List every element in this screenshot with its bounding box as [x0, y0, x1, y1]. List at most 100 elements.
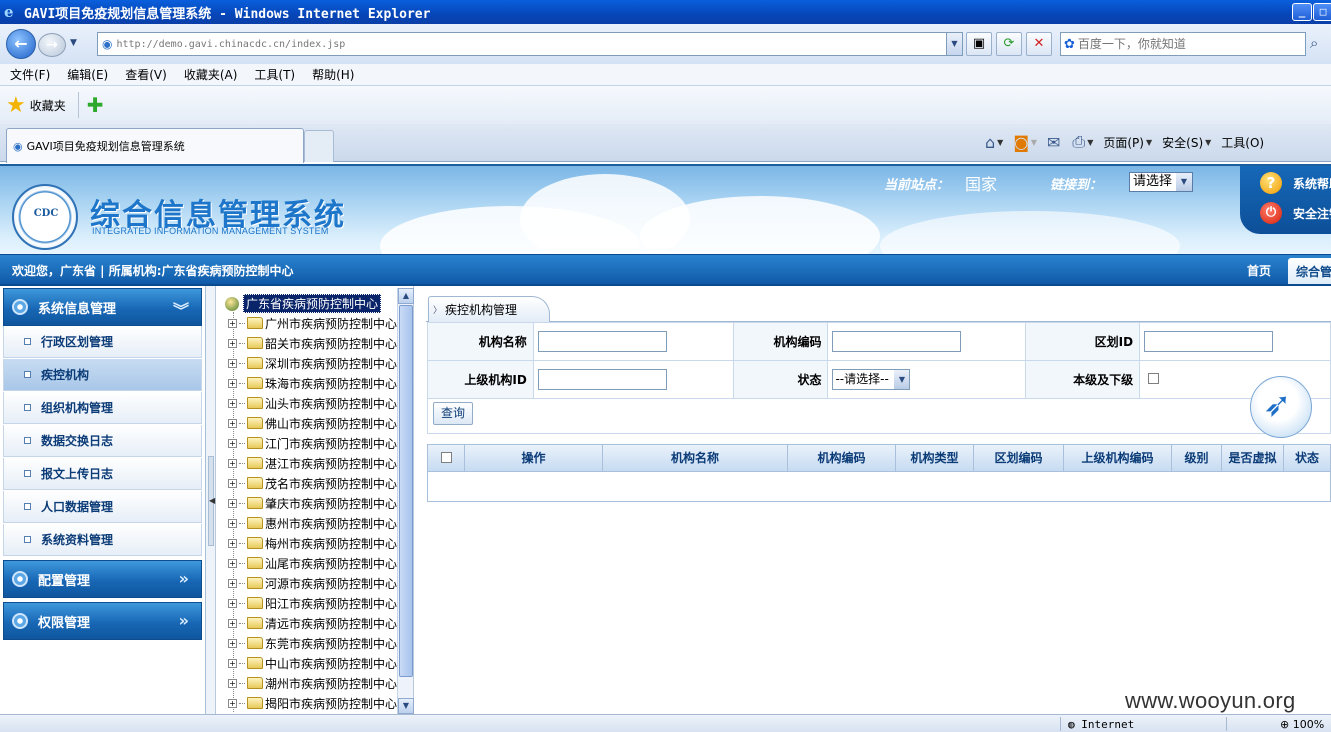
tab-integrated-management[interactable]: 综合管理 — [1288, 258, 1331, 285]
safety-menu[interactable]: 安全(S) — [1162, 134, 1203, 151]
expand-icon[interactable]: + — [228, 338, 237, 348]
tree-node[interactable]: + 佛山市疾病预防控制中心 — [228, 413, 397, 433]
column-header-action[interactable]: 操作 — [465, 445, 603, 471]
favorites-star-icon[interactable]: ★ — [6, 93, 26, 118]
tree-node-label[interactable]: 湛江市疾病预防控制中心 — [265, 455, 397, 472]
column-header-level[interactable]: 级别 — [1172, 445, 1222, 471]
expand-icon[interactable]: + — [228, 438, 237, 448]
tree-node-label[interactable]: 汕尾市疾病预防控制中心 — [265, 555, 397, 572]
tree-node-label[interactable]: 阳江市疾病预防控制中心 — [265, 595, 397, 612]
sidebar-item-data-exchange-log[interactable]: 数据交换日志 — [3, 425, 202, 457]
tree-node[interactable]: + 珠海市疾病预防控制中心 — [228, 373, 397, 393]
tree-node[interactable]: + 揭阳市疾病预防控制中心 — [228, 693, 397, 713]
collapse-sidebar-handle[interactable]: ◀ — [208, 456, 215, 546]
tree-node[interactable]: + 中山市疾病预防控制中心 — [228, 653, 397, 673]
tree-node[interactable]: + 潮州市疾病预防控制中心 — [228, 673, 397, 693]
tree-node-label[interactable]: 清远市疾病预防控制中心 — [265, 615, 397, 632]
logout-link[interactable]: 安全注销 — [1293, 205, 1331, 222]
expand-icon[interactable]: + — [228, 378, 237, 388]
tree-node-label[interactable]: 惠州市疾病预防控制中心 — [265, 515, 397, 532]
chevron-double-down-icon[interactable]: ︾ — [173, 297, 189, 321]
tree-node[interactable]: + 肇庆市疾病预防控制中心 — [228, 493, 397, 513]
sidebar-item-system-materials[interactable]: 系统资料管理 — [3, 524, 202, 556]
add-favorite-icon[interactable]: ✚ — [87, 93, 104, 117]
status-select[interactable]: --请选择-- ▼ — [832, 369, 911, 390]
rss-icon[interactable]: ◙ — [1013, 133, 1029, 152]
history-dropdown-icon[interactable]: ▼ — [70, 38, 77, 48]
scroll-thumb[interactable] — [399, 305, 413, 677]
parent-org-id-input[interactable] — [537, 369, 667, 390]
org-code-input[interactable] — [832, 331, 962, 352]
tree-node[interactable]: + 深圳市疾病预防控制中心 — [228, 353, 397, 373]
tree-node[interactable]: + 东莞市疾病预防控制中心 — [228, 633, 397, 653]
expand-icon[interactable]: + — [228, 558, 237, 568]
page-menu[interactable]: 页面(P) — [1103, 134, 1144, 151]
address-dropdown-icon[interactable]: ▼ — [946, 33, 962, 55]
expand-icon[interactable]: + — [228, 578, 237, 588]
expand-icon[interactable]: + — [228, 318, 237, 328]
expand-icon[interactable]: + — [228, 658, 237, 668]
floating-assistant-icon[interactable]: ➶ — [1250, 376, 1312, 438]
tree-node[interactable]: + 惠州市疾病预防控制中心 — [228, 513, 397, 533]
sidebar-item-upload-log[interactable]: 报文上传日志 — [3, 458, 202, 490]
expand-icon[interactable]: + — [228, 458, 237, 468]
tree-node-label[interactable]: 广州市疾病预防控制中心 — [265, 315, 397, 332]
column-header-org-code[interactable]: 机构编码 — [788, 445, 896, 471]
expand-icon[interactable]: + — [228, 598, 237, 608]
tree-node[interactable]: + 湛江市疾病预防控制中心 — [228, 453, 397, 473]
tree-node-label[interactable]: 潮州市疾病预防控制中心 — [265, 675, 397, 692]
page-dropdown-icon[interactable]: ▼ — [1146, 138, 1152, 147]
menu-favorites[interactable]: 收藏夹(A) — [184, 66, 238, 83]
maximize-button[interactable]: □ — [1313, 3, 1331, 21]
search-icon[interactable]: ⌕ — [1310, 34, 1318, 52]
expand-icon[interactable]: + — [228, 538, 237, 548]
tree-node-label[interactable]: 汕头市疾病预防控制中心 — [265, 395, 397, 412]
print-icon[interactable]: ⎙ — [1072, 132, 1085, 152]
forward-button[interactable]: → — [38, 33, 66, 57]
column-header-status[interactable]: 状态 — [1284, 445, 1330, 471]
new-tab-button[interactable] — [304, 130, 334, 162]
home-icon[interactable]: ⌂ — [985, 133, 995, 152]
sidebar-item-region-management[interactable]: 行政区划管理 — [3, 326, 202, 358]
expand-icon[interactable]: + — [228, 358, 237, 368]
menu-tools[interactable]: 工具(T) — [254, 66, 295, 83]
home-link[interactable]: 首页 — [1247, 262, 1271, 279]
tree-node[interactable]: + 清远市疾病预防控制中心 — [228, 613, 397, 633]
chevron-down-icon[interactable]: ▼ — [894, 370, 910, 389]
tree-node-label[interactable]: 肇庆市疾病预防控制中心 — [265, 495, 397, 512]
column-header-org-type[interactable]: 机构类型 — [896, 445, 974, 471]
expand-icon[interactable]: + — [228, 678, 237, 688]
expand-icon[interactable]: + — [228, 518, 237, 528]
tools-menu[interactable]: 工具(O) — [1221, 134, 1264, 151]
home-dropdown-icon[interactable]: ▼ — [997, 138, 1003, 147]
expand-icon[interactable]: + — [228, 698, 237, 708]
refresh-icon[interactable]: ⟳ — [996, 32, 1022, 56]
stop-icon[interactable]: ✕ — [1026, 32, 1052, 56]
print-dropdown-icon[interactable]: ▼ — [1087, 138, 1093, 147]
tree-node-label[interactable]: 揭阳市疾病预防控制中心 — [265, 695, 397, 712]
sidebar-splitter[interactable]: ◀ — [206, 286, 216, 714]
sidebar-item-org-management[interactable]: 组织机构管理 — [3, 392, 202, 424]
search-input[interactable] — [1077, 37, 1298, 51]
column-header-parent-code[interactable]: 上级机构编码 — [1064, 445, 1172, 471]
column-header-region-code[interactable]: 区划编码 — [974, 445, 1064, 471]
menu-view[interactable]: 查看(V) — [125, 66, 167, 83]
tree-node[interactable]: + 梅州市疾病预防控制中心 — [228, 533, 397, 553]
minimize-button[interactable]: _ — [1292, 3, 1312, 21]
expand-icon[interactable]: + — [228, 398, 237, 408]
zoom-control[interactable]: ⊕ 100% — [1280, 718, 1324, 731]
query-button[interactable]: 查询 — [433, 402, 473, 425]
org-name-input[interactable] — [537, 331, 667, 352]
link-to-select[interactable]: 请选择 ▼ — [1129, 172, 1193, 192]
tree-node[interactable]: + 广州市疾病预防控制中心 — [228, 313, 397, 333]
tree-node[interactable]: + 江门市疾病预防控制中心 — [228, 433, 397, 453]
menu-help[interactable]: 帮助(H) — [312, 66, 354, 83]
tree-node-label[interactable]: 梅州市疾病预防控制中心 — [265, 535, 397, 552]
expand-icon[interactable]: + — [228, 638, 237, 648]
tree-scrollbar[interactable]: ▲ ▼ — [397, 288, 414, 714]
select-all-checkbox[interactable] — [440, 452, 452, 463]
rss-dropdown-icon[interactable]: ▼ — [1031, 138, 1037, 147]
address-bar[interactable]: ◉ ▼ — [97, 32, 963, 56]
column-header-is-virtual[interactable]: 是否虚拟 — [1222, 445, 1284, 471]
address-input[interactable] — [116, 38, 937, 50]
